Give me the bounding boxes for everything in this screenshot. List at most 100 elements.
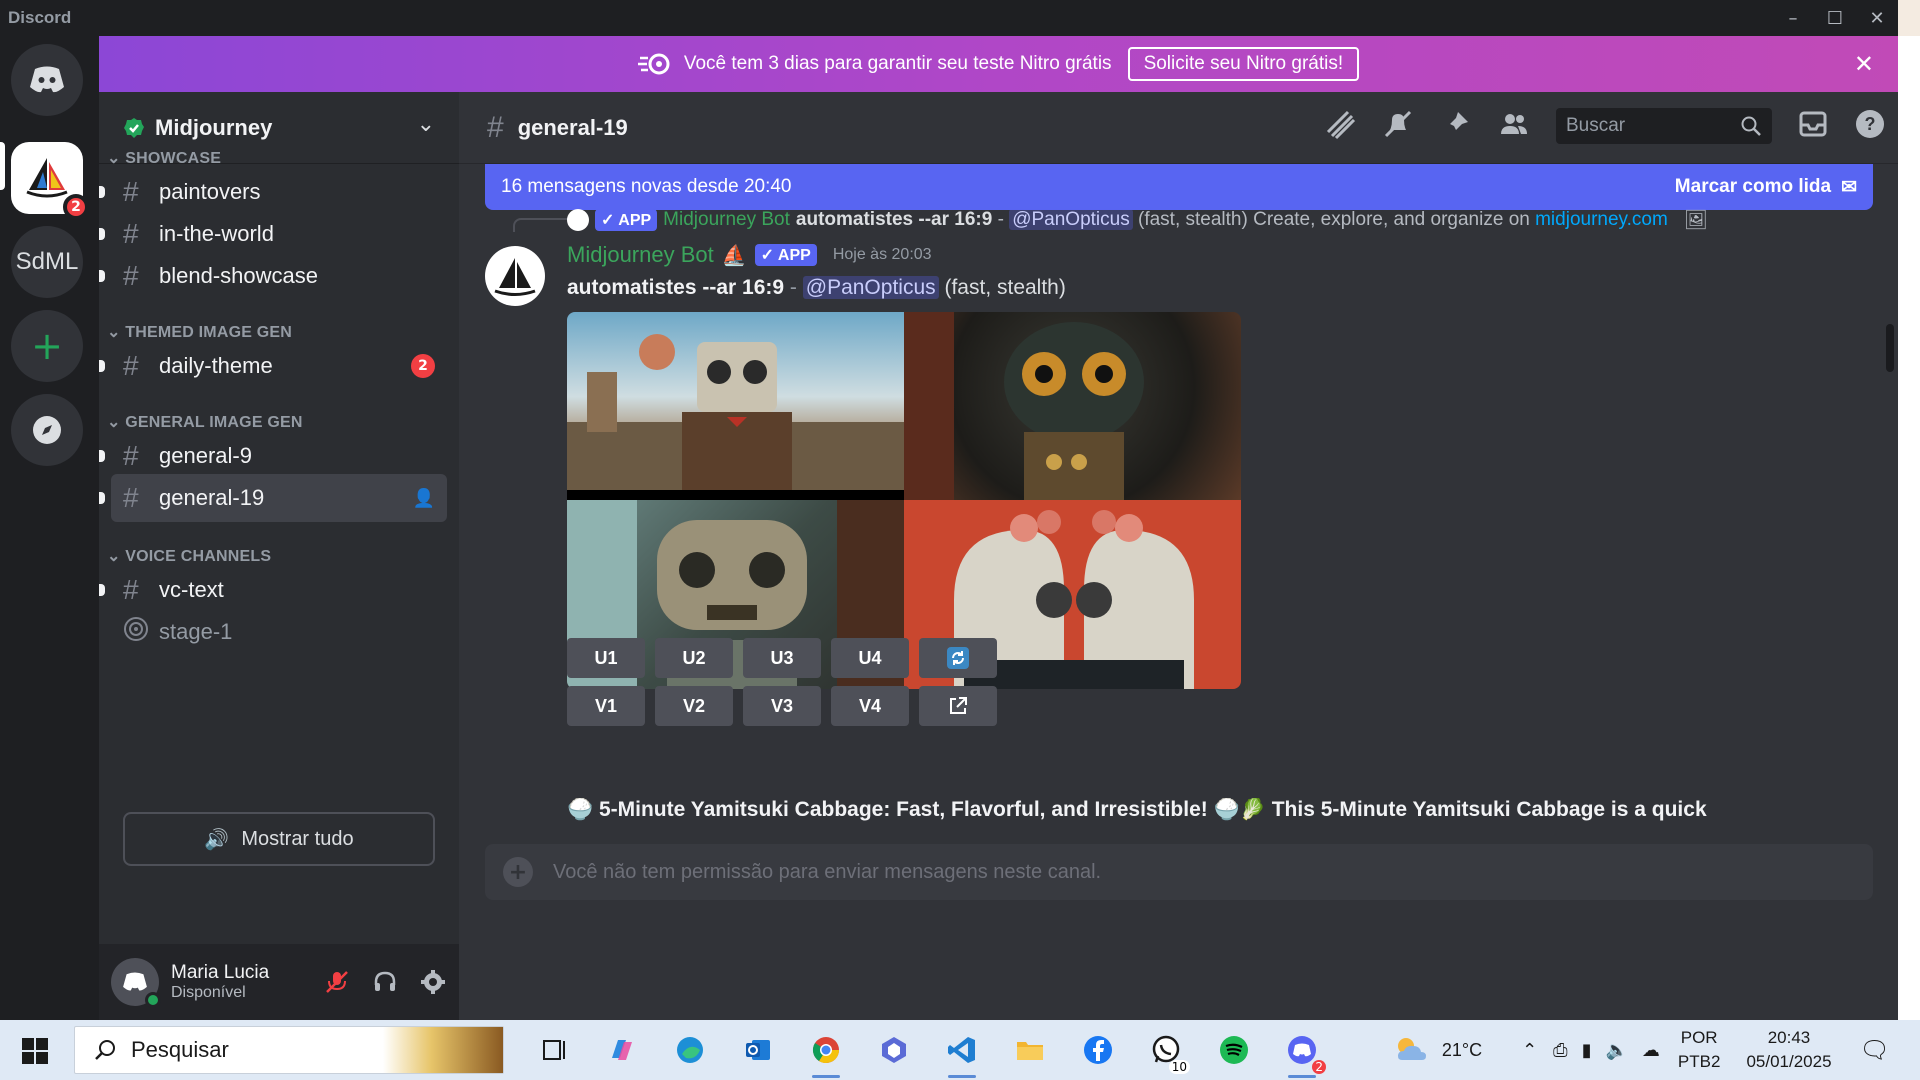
notifications-icon[interactable]: 🗨 — [1860, 1036, 1890, 1065]
outlook-icon[interactable] — [724, 1020, 792, 1080]
online-status-icon — [145, 992, 161, 1008]
chat-header: # general-19 Buscar ? — [459, 92, 1898, 164]
category-themed-image-gen[interactable]: ⌄ THEMED IMAGE GEN — [107, 322, 292, 342]
whatsapp-icon[interactable]: 10 — [1132, 1020, 1200, 1080]
variation-4-button[interactable]: V4 — [831, 686, 909, 726]
category-showcase[interactable]: ⌄ SHOWCASE — [107, 148, 221, 168]
message-mention[interactable]: @PanOpticus — [802, 276, 939, 299]
chrome-icon[interactable] — [792, 1020, 860, 1080]
search-input[interactable]: Buscar — [1556, 108, 1772, 144]
minimize-icon[interactable]: – — [1772, 0, 1814, 36]
discord-taskbar-icon[interactable]: 2 — [1268, 1020, 1336, 1080]
keyboard-layout: PTB2 — [1677, 1052, 1721, 1071]
inbox-icon[interactable] — [1798, 109, 1828, 143]
scrollbar-thumb[interactable] — [1886, 324, 1894, 372]
upscale-3-button[interactable]: U3 — [743, 638, 821, 678]
file-explorer-icon[interactable] — [996, 1020, 1064, 1080]
channel-vc-text[interactable]: # vc-text — [99, 566, 447, 614]
show-all-button[interactable]: 🔊 Mostrar tudo — [123, 812, 435, 866]
discord-logo-icon — [30, 66, 64, 93]
channel-stage-1[interactable]: stage-1 — [111, 608, 447, 656]
user-info[interactable]: Maria Lucia Disponível — [171, 962, 269, 1002]
message-header: Midjourney Bot ⛵ ✓ APP Hoje às 20:03 — [567, 242, 932, 268]
window-titlebar: Discord – ☐ ✕ — [0, 0, 1898, 36]
members-icon[interactable] — [1498, 108, 1530, 144]
meet-now-icon[interactable]: ⎙ — [1553, 1040, 1567, 1061]
volume-icon[interactable]: 🔈 — [1605, 1040, 1627, 1061]
channel-general-19[interactable]: # general-19 👤 — [99, 474, 447, 522]
clock[interactable]: 20:43 05/01/2025 — [1746, 1026, 1831, 1074]
add-server-button[interactable]: + — [11, 310, 83, 382]
chevron-up-icon[interactable]: ⌃ — [1522, 1040, 1537, 1061]
battery-icon[interactable]: ▮ — [1582, 1040, 1592, 1061]
open-link-button[interactable] — [919, 686, 997, 726]
close-icon[interactable]: ✕ — [1854, 50, 1874, 78]
category-voice-channels[interactable]: ⌄ VOICE CHANNELS — [107, 546, 271, 566]
spotify-icon[interactable] — [1200, 1020, 1268, 1080]
generated-image-2[interactable] — [904, 312, 1241, 500]
clock-time: 20:43 — [1767, 1028, 1811, 1047]
upscale-2-button[interactable]: U2 — [655, 638, 733, 678]
mute-mic-icon[interactable] — [319, 964, 355, 1000]
whatsapp-count: 10 — [1168, 1060, 1190, 1074]
nitro-cta-button[interactable]: Solicite seu Nitro grátis! — [1127, 47, 1360, 81]
image-grid[interactable] — [567, 312, 1241, 689]
channel-paintovers[interactable]: # paintovers — [99, 168, 447, 216]
weather-temp[interactable]: 21°C — [1442, 1040, 1482, 1061]
channel-title: general-19 — [517, 114, 628, 140]
chat-scrollbar[interactable] — [1886, 212, 1894, 832]
upscale-1-button[interactable]: U1 — [567, 638, 645, 678]
copilot-icon[interactable] — [588, 1020, 656, 1080]
channel-label: daily-theme — [159, 353, 273, 378]
channel-in-the-world[interactable]: # in-the-world — [99, 210, 447, 258]
composer-placeholder: Você não tem permissão para enviar mensa… — [553, 860, 1102, 883]
avatar[interactable] — [111, 958, 161, 1008]
reply-mention[interactable]: @PanOpticus — [1009, 209, 1133, 230]
explore-servers-button[interactable] — [11, 394, 83, 466]
windows-start-icon[interactable] — [22, 1038, 48, 1068]
category-general-image-gen[interactable]: ⌄ GENERAL IMAGE GEN — [107, 412, 303, 432]
task-view-icon[interactable] — [520, 1020, 588, 1080]
help-icon[interactable]: ? — [1854, 108, 1886, 144]
upscale-4-button[interactable]: U4 — [831, 638, 909, 678]
variation-1-button[interactable]: V1 — [567, 686, 645, 726]
maximize-icon[interactable]: ☐ — [1814, 0, 1856, 36]
new-messages-bar[interactable]: 16 mensagens novas desde 20:40 Marcar co… — [485, 164, 1873, 210]
network-icon[interactable]: ☁ — [1642, 1040, 1660, 1061]
variation-2-button[interactable]: V2 — [655, 686, 733, 726]
channel-daily-theme[interactable]: # daily-theme 2 — [99, 342, 447, 390]
channel-blend-showcase[interactable]: # blend-showcase — [99, 252, 447, 300]
edge-icon[interactable] — [656, 1020, 724, 1080]
pin-icon[interactable] — [1440, 108, 1472, 144]
message-author[interactable]: Midjourney Bot — [567, 242, 714, 268]
server-sdml[interactable]: SdML — [11, 226, 83, 298]
generated-image-1[interactable] — [567, 312, 904, 500]
facebook-icon[interactable] — [1064, 1020, 1132, 1080]
app-hex-icon[interactable] — [860, 1020, 928, 1080]
close-window-icon[interactable]: ✕ — [1856, 0, 1898, 36]
reply-link[interactable]: midjourney.com — [1535, 209, 1668, 230]
windows-taskbar: Pesquisar 10 2 21°C ⌃ ⎙ ▮ 🔈 ☁ POR PTB2 2… — [0, 1020, 1920, 1080]
headphones-icon[interactable] — [367, 964, 403, 1000]
add-member-icon[interactable]: 👤 — [413, 488, 435, 509]
chevron-down-icon[interactable]: ⌄ — [417, 112, 435, 137]
variation-3-button[interactable]: V3 — [743, 686, 821, 726]
gear-icon[interactable] — [415, 964, 451, 1000]
mark-read-button[interactable]: Marcar como lida ✉ — [1675, 176, 1857, 199]
direct-messages-button[interactable] — [11, 44, 83, 116]
vscode-icon[interactable] — [928, 1020, 996, 1080]
threads-icon[interactable] — [1324, 108, 1356, 144]
server-midjourney[interactable]: 2 — [11, 142, 89, 220]
channel-general-9[interactable]: # general-9 — [99, 432, 447, 480]
reroll-button[interactable] — [919, 638, 997, 678]
discord-count: 2 — [1312, 1060, 1326, 1074]
message-separator: - — [784, 276, 803, 299]
hash-icon: # — [123, 440, 139, 471]
notification-muted-icon[interactable] — [1382, 108, 1414, 144]
avatar[interactable] — [485, 246, 545, 306]
weather-icon[interactable] — [1392, 1032, 1432, 1068]
taskbar-search-input[interactable]: Pesquisar — [74, 1026, 504, 1074]
reply-preview[interactable]: ✓ APP Midjourney Bot automatistes --ar 1… — [567, 208, 1708, 232]
system-tray: 21°C ⌃ ⎙ ▮ 🔈 ☁ POR PTB2 20:43 05/01/2025… — [1392, 1020, 1920, 1080]
input-language[interactable]: POR PTB2 — [1678, 1026, 1721, 1074]
